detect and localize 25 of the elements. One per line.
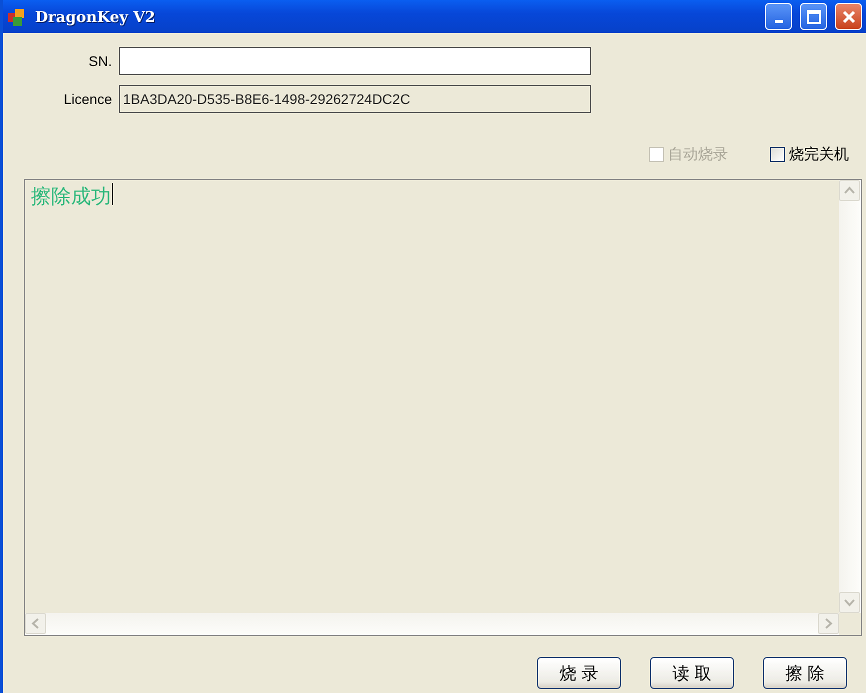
checkbox[interactable] — [770, 146, 785, 162]
action-button[interactable]: 读 取 — [650, 657, 734, 689]
text-cursor — [112, 183, 113, 205]
scroll-right-icon — [823, 618, 834, 629]
checkbox-label: 烧完关机 — [789, 144, 849, 164]
field-label: Licence — [62, 91, 113, 107]
close-icon — [842, 10, 856, 24]
text-field[interactable] — [119, 47, 591, 75]
minimize-button[interactable] — [765, 3, 792, 30]
log-text: 擦除成功 — [31, 183, 111, 210]
close-button[interactable] — [835, 3, 862, 30]
action-button[interactable]: 擦 除 — [763, 657, 847, 689]
app-icon — [7, 6, 27, 26]
window-title: DragonKey V2 — [35, 8, 156, 26]
scroll-down-icon — [844, 597, 855, 608]
scroll-up-icon — [844, 185, 855, 196]
maximize-icon — [806, 10, 820, 24]
scroll-left-icon — [30, 618, 41, 629]
minimize-icon — [774, 20, 782, 23]
maximize-button[interactable] — [800, 3, 827, 30]
field-label: SN. — [88, 53, 113, 69]
horizontal-scrollbar[interactable] — [25, 613, 839, 635]
checkbox-label: 自动烧录 — [668, 144, 728, 164]
vertical-scrollbar[interactable] — [839, 180, 861, 613]
action-button[interactable]: 烧 录 — [537, 657, 621, 689]
